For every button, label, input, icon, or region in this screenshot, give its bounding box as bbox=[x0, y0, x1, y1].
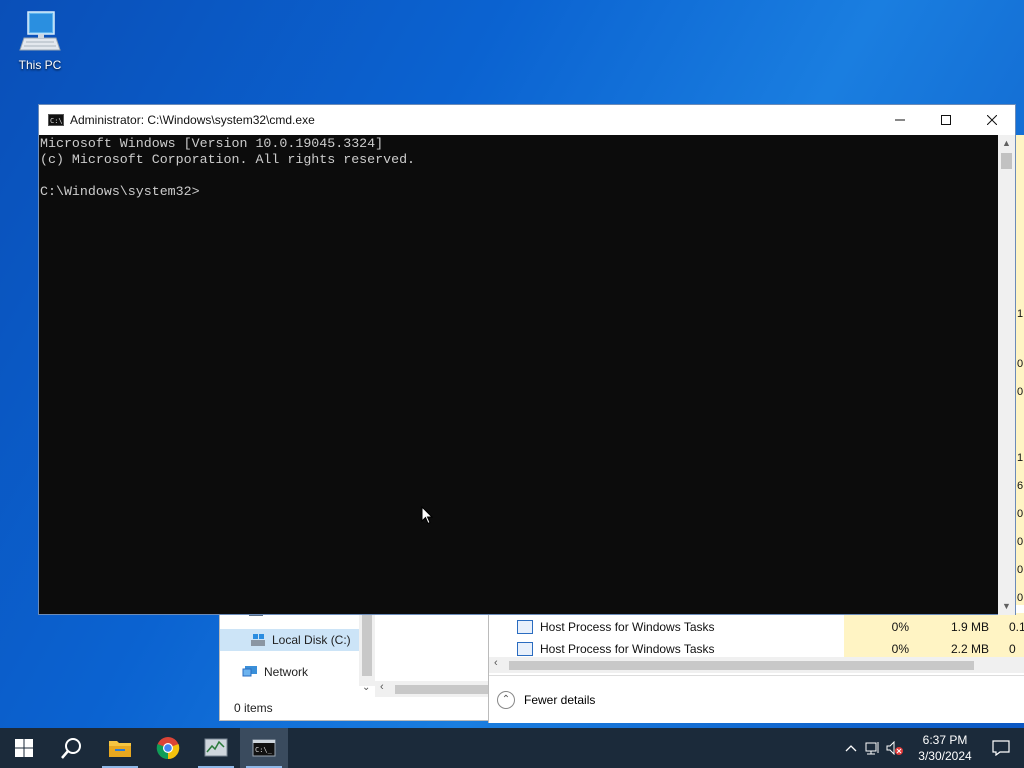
close-icon bbox=[987, 115, 997, 125]
clock-date: 3/30/2024 bbox=[918, 749, 972, 763]
taskbar-cmd[interactable]: C:\_ bbox=[240, 728, 288, 768]
network-status-button[interactable] bbox=[862, 728, 884, 768]
minimize-button[interactable] bbox=[877, 105, 923, 135]
peek-value: 6 bbox=[1017, 480, 1024, 492]
cmd-window[interactable]: C:\ Administrator: C:\Windows\system32\c… bbox=[38, 104, 1016, 615]
chevron-down-icon[interactable]: ⌄ bbox=[362, 682, 370, 693]
process-icon bbox=[517, 620, 533, 634]
console-line: Microsoft Windows [Version 10.0.19045.33… bbox=[40, 136, 384, 151]
scrollbar-thumb[interactable] bbox=[395, 685, 490, 694]
fewer-details-button[interactable]: ⌃ Fewer details bbox=[489, 675, 1024, 723]
scrollbar-thumb[interactable] bbox=[509, 661, 974, 670]
peek-value: 0 bbox=[1017, 592, 1024, 604]
taskbar: C:\_ 6:37 PM 3/30/2024 bbox=[0, 728, 1024, 768]
start-button[interactable] bbox=[0, 728, 48, 768]
volume-muted-icon bbox=[886, 741, 903, 755]
taskbar-chrome[interactable] bbox=[144, 728, 192, 768]
maximize-button[interactable] bbox=[923, 105, 969, 135]
scrollbar-thumb[interactable] bbox=[362, 606, 372, 676]
cmd-icon: C:\_ bbox=[252, 739, 276, 757]
chevron-left-icon[interactable]: ‹ bbox=[494, 657, 498, 669]
chevron-up-icon bbox=[845, 745, 857, 752]
table-row[interactable]: Host Process for Windows Tasks 0% 2.2 MB… bbox=[489, 641, 1024, 657]
mouse-pointer-icon bbox=[421, 506, 433, 525]
nav-item-local-disk[interactable]: Local Disk (C:) bbox=[220, 629, 359, 651]
scroll-down-icon[interactable]: ▼ bbox=[998, 598, 1015, 615]
task-manager-window: Host Process for Windows Tasks 0% 1.9 MB… bbox=[488, 605, 1024, 723]
search-button[interactable] bbox=[48, 728, 96, 768]
action-center-button[interactable] bbox=[978, 728, 1024, 768]
scroll-up-icon[interactable]: ▲ bbox=[998, 135, 1015, 152]
network-icon bbox=[242, 665, 258, 679]
nav-item-label: Local Disk (C:) bbox=[272, 633, 351, 647]
taskbar-clock[interactable]: 6:37 PM 3/30/2024 bbox=[912, 732, 978, 764]
cmd-window-title: Administrator: C:\Windows\system32\cmd.e… bbox=[70, 113, 315, 127]
close-button[interactable] bbox=[969, 105, 1015, 135]
taskbar-file-explorer[interactable] bbox=[96, 728, 144, 768]
chevron-up-icon: ⌃ bbox=[497, 690, 515, 709]
peek-value: 1 bbox=[1017, 452, 1024, 464]
status-item-count: 0 items bbox=[234, 701, 273, 715]
process-memory: 1.9 MB bbox=[950, 620, 989, 634]
console-output[interactable]: Microsoft Windows [Version 10.0.19045.33… bbox=[39, 135, 1000, 615]
file-explorer-window: Videos Local Disk (C:) Network ⌄ ‹ 0 ite… bbox=[219, 604, 490, 721]
content-hscrollbar[interactable]: ‹ bbox=[375, 681, 490, 697]
clock-time: 6:37 PM bbox=[922, 733, 968, 747]
task-manager-icon bbox=[204, 738, 228, 757]
this-pc-icon bbox=[18, 8, 62, 56]
process-icon bbox=[517, 642, 533, 656]
process-list-hscrollbar[interactable]: ‹ bbox=[489, 657, 1024, 673]
system-tray: 6:37 PM 3/30/2024 bbox=[840, 728, 1024, 768]
console-line: (c) Microsoft Corporation. All rights re… bbox=[40, 152, 416, 167]
volume-button[interactable] bbox=[884, 728, 906, 768]
nav-pane-scrollbar[interactable]: ⌄ bbox=[359, 606, 375, 693]
network-wired-icon bbox=[865, 742, 879, 755]
process-disk: 0 bbox=[989, 641, 1024, 657]
notification-icon bbox=[992, 740, 1010, 756]
fewer-details-label: Fewer details bbox=[524, 692, 596, 707]
show-hidden-icons-button[interactable] bbox=[840, 728, 862, 768]
search-icon bbox=[61, 738, 81, 759]
console-prompt[interactable]: C:\Windows\system32> bbox=[40, 184, 1000, 200]
taskbar-task-manager[interactable] bbox=[192, 728, 240, 768]
svg-text:C:\: C:\ bbox=[50, 117, 63, 125]
minimize-icon bbox=[895, 119, 905, 121]
peek-value: 0 bbox=[1017, 564, 1024, 576]
peek-value: 1 bbox=[1017, 308, 1024, 320]
local-disk-icon bbox=[250, 633, 266, 647]
console-vscrollbar[interactable]: ▲ ▼ bbox=[998, 135, 1015, 615]
cmd-app-icon[interactable]: C:\ bbox=[48, 114, 64, 126]
desktop-icon-this-pc[interactable]: This PC bbox=[10, 8, 70, 72]
process-disk: 0.1 bbox=[989, 613, 1024, 641]
svg-text:C:\_: C:\_ bbox=[255, 746, 273, 754]
peek-value: 0 bbox=[1017, 358, 1024, 370]
cmd-titlebar[interactable]: C:\ Administrator: C:\Windows\system32\c… bbox=[39, 105, 1015, 135]
scrollbar-thumb[interactable] bbox=[1001, 153, 1012, 169]
process-name: Host Process for Windows Tasks bbox=[540, 642, 715, 656]
table-row[interactable]: Host Process for Windows Tasks 0% 1.9 MB… bbox=[489, 613, 1024, 641]
peek-value: 0 bbox=[1017, 508, 1024, 520]
chevron-left-icon[interactable]: ‹ bbox=[380, 681, 384, 693]
process-memory: 2.2 MB bbox=[950, 642, 989, 656]
peek-value: 0 bbox=[1017, 536, 1024, 548]
nav-item-label: Network bbox=[264, 665, 309, 679]
windows-logo-icon bbox=[15, 739, 33, 757]
process-name: Host Process for Windows Tasks bbox=[540, 620, 715, 634]
chrome-icon bbox=[156, 737, 180, 760]
desktop-icon-label: This PC bbox=[18, 58, 62, 72]
maximize-icon bbox=[941, 115, 951, 125]
folder-icon bbox=[109, 741, 131, 757]
peek-value: 0 bbox=[1017, 386, 1024, 398]
nav-item-network[interactable]: Network bbox=[220, 661, 359, 683]
